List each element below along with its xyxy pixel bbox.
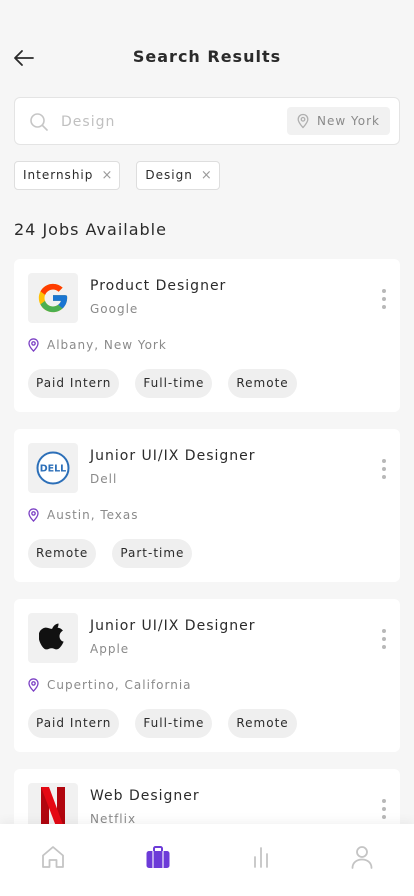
profile-icon	[351, 846, 373, 869]
location-pin-icon	[28, 678, 39, 693]
remove-filter-icon[interactable]: ×	[101, 162, 113, 189]
location-text: Cupertino, California	[47, 678, 192, 692]
tab-home[interactable]	[38, 842, 68, 872]
job-location: Albany, New York	[26, 337, 167, 353]
job-tag: Remote	[228, 369, 297, 398]
filter-tag-design: Design ×	[136, 161, 220, 190]
job-tag: Paid Intern	[28, 369, 120, 398]
job-tags: Remote Part-time	[28, 539, 193, 568]
page-title: Search Results	[132, 47, 282, 66]
filter-label: Internship	[23, 168, 94, 182]
filter-label: Design	[145, 168, 193, 182]
google-logo-icon	[38, 283, 68, 313]
search-icon	[30, 113, 48, 131]
job-tag: Remote	[228, 709, 297, 738]
location-text: Austin, Texas	[47, 508, 139, 522]
job-title: Junior UI/IX Designer	[90, 448, 256, 464]
search-input[interactable]	[61, 110, 281, 134]
tab-profile[interactable]	[347, 842, 377, 872]
job-location: Cupertino, California	[26, 677, 192, 693]
job-tags: Paid Intern Full-time Remote	[28, 369, 297, 398]
apple-logo-icon	[39, 623, 64, 650]
tab-jobs[interactable]	[143, 842, 173, 872]
job-card[interactable]: Junior UI/IX Designer Apple Cupertino, C…	[14, 599, 400, 752]
job-tag: Remote	[28, 539, 97, 568]
location-label: New York	[317, 114, 380, 128]
filter-tags: Internship × Design ×	[14, 161, 220, 190]
job-title: Product Designer	[90, 278, 227, 294]
results-count: 24 Jobs Available	[14, 220, 167, 239]
company-name: Apple	[90, 642, 130, 656]
job-location: Austin, Texas	[26, 507, 139, 523]
job-title: Junior UI/IX Designer	[90, 618, 256, 634]
more-options-button[interactable]	[378, 629, 390, 649]
dell-logo-icon: DELL	[36, 451, 70, 485]
job-tag: Full-time	[135, 709, 213, 738]
search-bar: New York	[14, 97, 400, 145]
header: Search Results	[0, 0, 414, 92]
company-name: Google	[90, 302, 139, 316]
job-card[interactable]: Product Designer Google Albany, New York…	[14, 259, 400, 412]
company-logo: DELL	[28, 443, 78, 493]
more-options-button[interactable]	[378, 289, 390, 309]
tab-stats[interactable]	[246, 842, 276, 872]
location-pin-icon	[297, 113, 309, 129]
more-options-button[interactable]	[378, 459, 390, 479]
home-icon	[42, 846, 64, 868]
job-tag: Full-time	[135, 369, 213, 398]
more-options-button[interactable]	[378, 799, 390, 819]
bottom-tab-bar	[0, 824, 414, 896]
job-card[interactable]: DELL Junior UI/IX Designer Dell Austin, …	[14, 429, 400, 582]
location-text: Albany, New York	[47, 338, 167, 352]
company-logo	[28, 273, 78, 323]
briefcase-icon	[146, 846, 170, 868]
company-name: Dell	[90, 472, 118, 486]
dell-logo-text: DELL	[40, 464, 66, 475]
job-tags: Paid Intern Full-time Remote	[28, 709, 297, 738]
job-tag: Paid Intern	[28, 709, 120, 738]
company-logo	[28, 613, 78, 663]
remove-filter-icon[interactable]: ×	[201, 162, 213, 189]
filter-tag-internship: Internship ×	[14, 161, 121, 190]
location-selector[interactable]: New York	[287, 107, 390, 135]
location-pin-icon	[28, 338, 39, 353]
job-title: Web Designer	[90, 788, 200, 804]
stats-icon	[254, 847, 268, 868]
job-tag: Part-time	[112, 539, 193, 568]
location-pin-icon	[28, 508, 39, 523]
